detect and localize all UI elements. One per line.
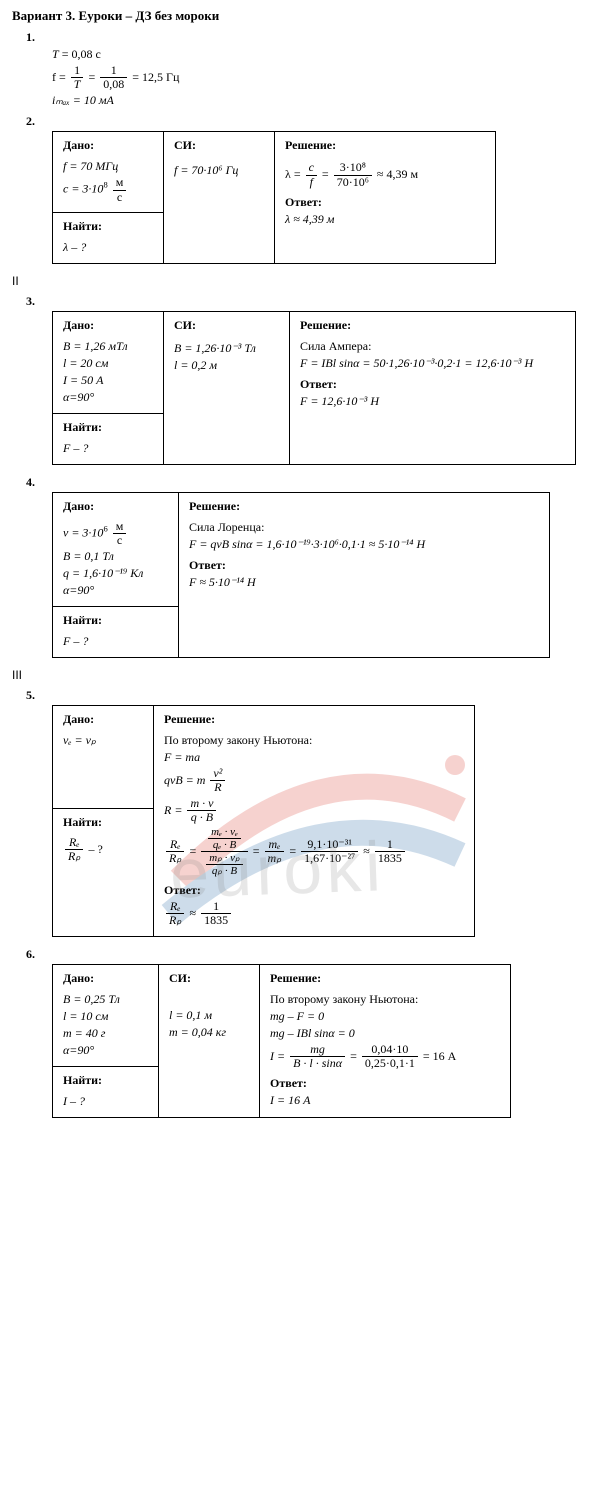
p6-given-header: Дано: <box>63 971 148 986</box>
p6-si2: m = 0,04 кг <box>169 1025 226 1039</box>
p1-l2-rhs: = 12,5 Гц <box>132 70 179 84</box>
problem-1-number: 1. <box>26 30 588 45</box>
problem-3-number: 3. <box>26 294 588 309</box>
p3-g3: I = 50 А <box>63 373 103 387</box>
problem-6-number: 6. <box>26 947 588 962</box>
p3-s2: F = IBl sinα = 50·1,26·10⁻³·0,2·1 = 12,6… <box>300 356 533 370</box>
problem-4-table: Дано: v = 3·106 мс B = 0,1 Тл q = 1,6·10… <box>52 492 550 658</box>
p6-s2: mg – F = 0 <box>270 1009 324 1023</box>
p5-s5: RₑRₚ = mₑ · vₑqₑ · B mₚ · vₚqₚ · B = mₑm… <box>164 826 464 877</box>
p5-find: RₑRₚ – ? <box>63 836 143 863</box>
p6-s1: По второму закону Ньютона: <box>270 992 500 1007</box>
p2-ans: λ ≈ 4,39 м <box>285 212 334 226</box>
p3-ans-header: Ответ: <box>300 377 565 392</box>
p4-ans-header: Ответ: <box>189 558 539 573</box>
p3-si1: B = 1,26·10⁻³ Тл <box>174 341 256 355</box>
p1-l2-lhs: f = <box>52 70 66 84</box>
p5-s1: По второму закону Ньютона: <box>164 733 464 748</box>
p4-s1: Сила Лоренца: <box>189 520 539 535</box>
p5-s4: R = <box>164 803 182 817</box>
p3-si2: l = 0,2 м <box>174 358 217 372</box>
p2-g2-unit: мс <box>113 176 127 203</box>
problem-4-number: 4. <box>26 475 588 490</box>
p3-find-header: Найти: <box>63 420 153 435</box>
p5-ans: RₑRₚ ≈ 11835 <box>164 900 464 927</box>
p2-find-header: Найти: <box>63 219 153 234</box>
p6-g1: B = 0,25 Тл <box>63 992 120 1006</box>
p4-sol-header: Решение: <box>189 499 539 514</box>
section-2: II <box>12 274 588 288</box>
p1-l3: iₘₐₓ = 10 мА <box>52 93 114 107</box>
p3-g1: B = 1,26 мТл <box>63 339 128 353</box>
p4-g4: α=90° <box>63 583 94 597</box>
p3-ans: F = 12,6·10⁻³ Н <box>300 394 379 408</box>
p5-ans-header: Ответ: <box>164 883 464 898</box>
p4-find: F – ? <box>63 634 88 648</box>
p4-s2: F = qvB sinα = 1,6·10⁻¹⁹·3·10⁶·0,1·1 ≈ 5… <box>189 537 425 551</box>
p1-l1-lhs: T <box>52 47 59 61</box>
p3-given-header: Дано: <box>63 318 153 333</box>
p2-g2: c = 3·10 <box>63 182 103 196</box>
p2-si1: f = 70·10⁶ Гц <box>174 163 238 177</box>
p6-g2: l = 10 см <box>63 1009 108 1023</box>
p1-l1-eq: = 0,08 с <box>62 47 101 61</box>
p2-given-header: Дано: <box>63 138 153 153</box>
p3-sol-header: Решение: <box>300 318 565 333</box>
p5-s3: qvB = m <box>164 773 205 787</box>
p2-si-header: СИ: <box>174 138 264 153</box>
problem-1-body: T = 0,08 с f = 1T = 10,08 = 12,5 Гц iₘₐₓ… <box>52 47 588 108</box>
p2-find: λ – ? <box>63 240 86 254</box>
p3-si-header: СИ: <box>174 318 279 333</box>
p5-s2: F = ma <box>164 750 200 764</box>
p3-s1: Сила Ампера: <box>300 339 565 354</box>
problem-5-table: Дано: vₑ = vₚ Решение: По второму закону… <box>52 705 475 937</box>
p4-find-header: Найти: <box>63 613 168 628</box>
p1-l2-mid: = <box>88 70 95 84</box>
p3-find: F – ? <box>63 441 88 455</box>
p6-find-header: Найти: <box>63 1073 148 1088</box>
p6-si-header: СИ: <box>169 971 249 986</box>
problem-3-table: Дано: B = 1,26 мТл l = 20 см I = 50 А α=… <box>52 311 576 465</box>
section-3: III <box>12 668 588 682</box>
p6-ans: I = 16 А <box>270 1093 310 1107</box>
p6-s4: I = mgB · l · sinα = 0,04·100,25·0,1·1 =… <box>270 1043 500 1070</box>
p1-l2-frac1: 1T <box>71 64 84 91</box>
p4-g2: B = 0,1 Тл <box>63 549 114 563</box>
p2-ans-header: Ответ: <box>285 195 485 210</box>
page-title: Вариант 3. Еуроки – ДЗ без мороки <box>12 8 588 24</box>
p2-g1: f = 70 МГц <box>63 159 118 173</box>
p6-ans-header: Ответ: <box>270 1076 500 1091</box>
p6-sol-header: Решение: <box>270 971 500 986</box>
p5-find-header: Найти: <box>63 815 143 830</box>
p2-sol-lhs: λ = <box>285 168 301 182</box>
problem-2-table: Дано: f = 70 МГц c = 3·108 мс СИ: f = 70… <box>52 131 496 263</box>
p5-given-header: Дано: <box>63 712 143 727</box>
problem-5-number: 5. <box>26 688 588 703</box>
p3-g2: l = 20 см <box>63 356 108 370</box>
p4-ans: F ≈ 5·10⁻¹⁴ Н <box>189 575 256 589</box>
p4-given-header: Дано: <box>63 499 168 514</box>
p5-g1: vₑ = vₚ <box>63 733 96 747</box>
p5-sol-header: Решение: <box>164 712 464 727</box>
p6-g3: m = 40 г <box>63 1026 105 1040</box>
p1-l2-frac2: 10,08 <box>100 64 127 91</box>
p6-find: I – ? <box>63 1094 85 1108</box>
p6-s3: mg – IBl sinα = 0 <box>270 1026 355 1040</box>
p4-g1: v = 3·10 <box>63 525 103 539</box>
problem-6-table: Дано: B = 0,25 Тл l = 10 см m = 40 г α=9… <box>52 964 511 1118</box>
p4-g3: q = 1,6·10⁻¹⁹ Кл <box>63 566 143 580</box>
p2-sol-header: Решение: <box>285 138 485 153</box>
p6-g4: α=90° <box>63 1043 94 1057</box>
problem-2-number: 2. <box>26 114 588 129</box>
p3-g4: α=90° <box>63 390 94 404</box>
p6-si1: l = 0,1 м <box>169 1008 212 1022</box>
